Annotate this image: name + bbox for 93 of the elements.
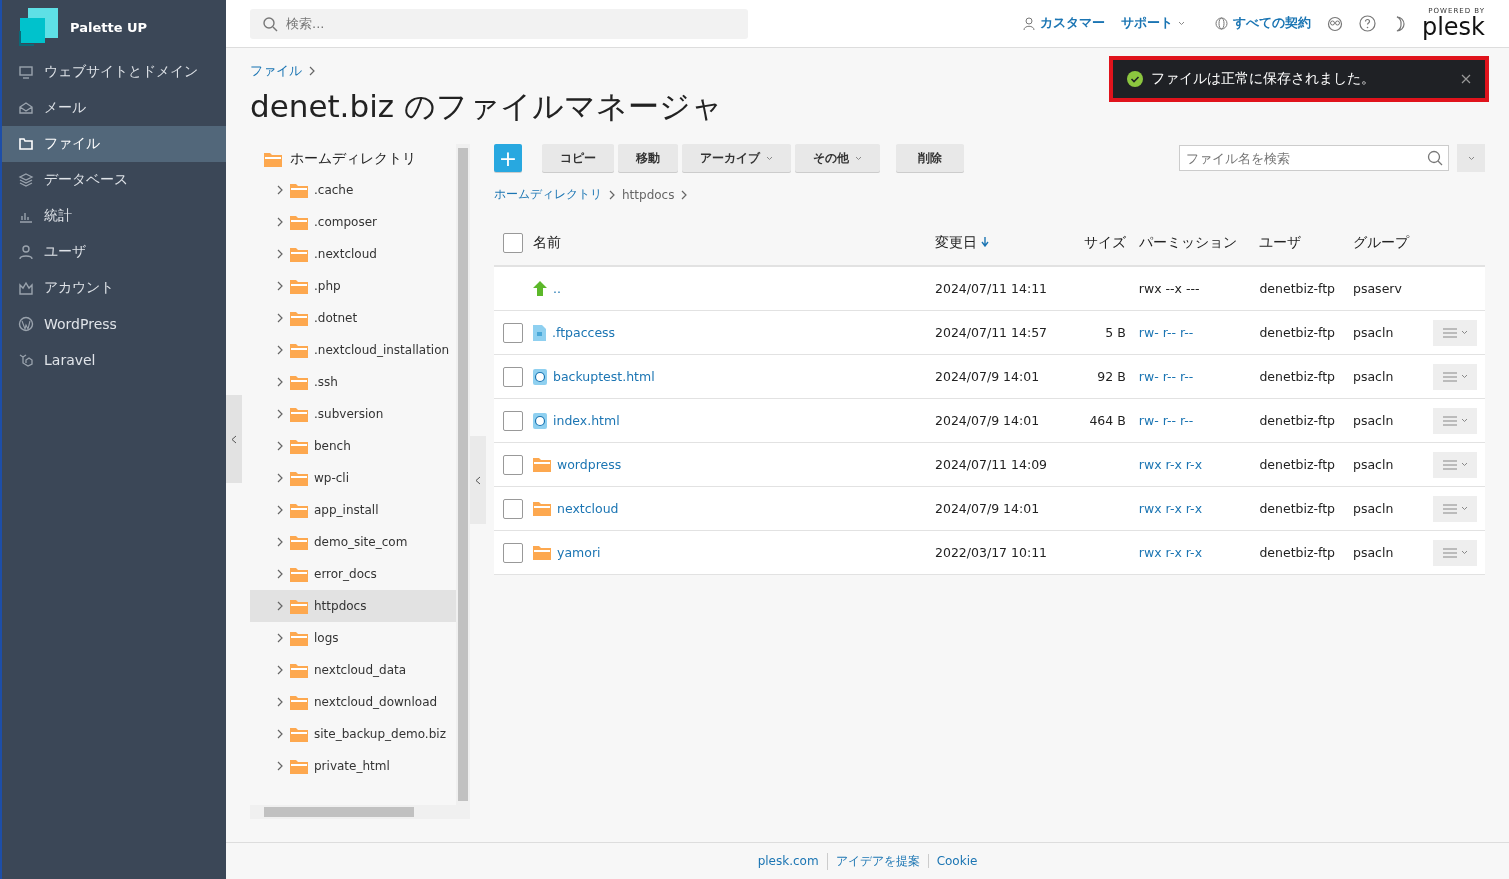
tree-item[interactable]: .cache xyxy=(250,174,456,206)
table-cell: denetbiz-ftp xyxy=(1259,413,1336,428)
table-cell: psacln xyxy=(1353,369,1394,384)
permission-link[interactable]: rwx r-x r-x xyxy=(1138,501,1203,516)
tree-item[interactable]: logs xyxy=(250,622,456,654)
support-link[interactable]: サポート xyxy=(1120,15,1185,32)
table-cell: 2024/07/9 14:01 xyxy=(935,369,1040,384)
tree-item[interactable]: error_docs xyxy=(250,558,456,590)
tree-item[interactable]: .ssh xyxy=(250,366,456,398)
table-cell: psacln xyxy=(1353,457,1394,472)
plesk-logo: plesk xyxy=(1421,15,1485,39)
table-cell: 2024/07/11 14:09 xyxy=(935,457,1048,472)
footer-link[interactable]: Cookie xyxy=(927,854,986,868)
nav-item[interactable]: データベース xyxy=(2,162,226,198)
tree-item[interactable]: private_html xyxy=(250,750,456,782)
nav-item[interactable]: アカウント xyxy=(2,270,226,306)
nav-item[interactable]: 統計 xyxy=(2,198,226,234)
tree-item[interactable]: wp-cli xyxy=(250,462,456,494)
file-name-link[interactable]: .. xyxy=(553,281,561,296)
tree-root[interactable]: ホームディレクトリ xyxy=(250,144,456,174)
table-cell: denetbiz-ftp xyxy=(1259,501,1336,516)
tree-item[interactable]: httpdocs xyxy=(250,590,456,622)
file-name-link[interactable]: index.html xyxy=(553,413,620,428)
table-cell: 2024/07/11 14:11 xyxy=(935,281,1048,296)
table-cell: 2024/07/9 14:01 xyxy=(935,413,1040,428)
toolbar-button[interactable]: アーカイブ xyxy=(682,144,791,172)
table-cell: 92 B xyxy=(1097,369,1126,384)
tree-item[interactable]: demo_site_com xyxy=(250,526,456,558)
permission-link[interactable]: rwx r-x r-x xyxy=(1138,545,1203,560)
nav-item[interactable]: メール xyxy=(2,90,226,126)
column-header[interactable]: サイズ xyxy=(1083,234,1126,250)
toolbar-button[interactable]: 削除 xyxy=(896,144,964,172)
column-header[interactable]: 名前 xyxy=(533,234,561,250)
footer-link[interactable]: plesk.com xyxy=(749,854,827,868)
column-header[interactable]: パーミッション xyxy=(1138,234,1237,250)
tree-item[interactable]: .composer xyxy=(250,206,456,238)
column-header[interactable]: 変更日 xyxy=(935,234,990,250)
table-cell: psacln xyxy=(1353,545,1394,560)
nav-item[interactable]: ユーザ xyxy=(2,234,226,270)
file-name-link[interactable]: wordpress xyxy=(557,457,622,472)
permission-link[interactable]: rw- r-- r-- xyxy=(1138,413,1194,428)
file-search-field[interactable]: ファイル名を検索 xyxy=(1179,145,1449,171)
customer-link[interactable]: カスタマー xyxy=(1022,15,1105,32)
path-link[interactable]: ホームディレクトリ xyxy=(494,186,602,203)
permission-link[interactable]: rw- r-- r-- xyxy=(1138,325,1194,340)
table-cell: 464 B xyxy=(1089,413,1126,428)
file-name-link[interactable]: backuptest.html xyxy=(553,369,655,384)
nav-item[interactable]: Laravel xyxy=(2,342,226,378)
permission-link[interactable]: rwx r-x r-x xyxy=(1138,457,1203,472)
table-cell: 5 B xyxy=(1105,325,1126,340)
tree-item[interactable]: .dotnet xyxy=(250,302,456,334)
table-cell: rwx --x --- xyxy=(1138,281,1200,296)
table-cell: denetbiz-ftp xyxy=(1259,457,1336,472)
page-title: denet.biz のファイルマネージャ xyxy=(250,87,724,126)
file-name-link[interactable]: yamori xyxy=(557,545,601,560)
table-cell: psacln xyxy=(1353,501,1394,516)
table-cell: denetbiz-ftp xyxy=(1259,545,1336,560)
permission-link[interactable]: rw- r-- r-- xyxy=(1138,369,1194,384)
toolbar-button[interactable]: 移動 xyxy=(618,144,678,172)
file-name-link[interactable]: nextcloud xyxy=(557,501,619,516)
tree-item[interactable]: bench xyxy=(250,430,456,462)
nav-item[interactable]: ウェブサイトとドメイン xyxy=(2,54,226,90)
column-header[interactable]: ユーザ xyxy=(1259,234,1302,250)
table-cell: denetbiz-ftp xyxy=(1259,369,1336,384)
path-link[interactable]: httpdocs xyxy=(622,187,675,202)
column-header[interactable]: グループ xyxy=(1353,234,1409,250)
toolbar-button[interactable]: コピー xyxy=(542,144,614,172)
toast-message: ファイルは正常に保存されました。 xyxy=(1151,70,1376,88)
tree-item[interactable]: app_install xyxy=(250,494,456,526)
file-name-link[interactable]: .ftpaccess xyxy=(552,325,616,340)
table-cell: denetbiz-ftp xyxy=(1259,325,1336,340)
tree-item[interactable]: site_backup_demo.biz xyxy=(250,718,456,750)
nav-item[interactable]: WordPress xyxy=(2,306,226,342)
table-cell: denetbiz-ftp xyxy=(1259,281,1336,296)
tree-item[interactable]: .nextcloud_installation xyxy=(250,334,456,366)
subscriptions-link[interactable]: すべての契約 xyxy=(1214,15,1311,32)
tree-item[interactable]: .nextcloud xyxy=(250,238,456,270)
nav-item[interactable]: ファイル xyxy=(2,126,226,162)
table-cell: 2022/03/17 10:11 xyxy=(935,545,1048,560)
toolbar-button[interactable]: その他 xyxy=(795,144,880,172)
table-cell: 2024/07/9 14:01 xyxy=(935,501,1040,516)
search-field[interactable]: 検索... xyxy=(250,8,748,39)
tree-item[interactable]: .subversion xyxy=(250,398,456,430)
tree-item[interactable]: nextcloud_data xyxy=(250,654,456,686)
table-cell: psacln xyxy=(1353,413,1394,428)
tree-item[interactable]: .php xyxy=(250,270,456,302)
footer-link[interactable]: アイデアを提案 xyxy=(826,852,928,870)
table-cell: psacln xyxy=(1353,325,1394,340)
table-cell: 2024/07/11 14:57 xyxy=(935,325,1048,340)
table-cell: psaserv xyxy=(1353,281,1402,296)
breadcrumb-link[interactable]: ファイル xyxy=(250,62,302,80)
brand-name: Palette UP xyxy=(70,19,148,35)
tree-item[interactable]: nextcloud_download xyxy=(250,686,456,718)
